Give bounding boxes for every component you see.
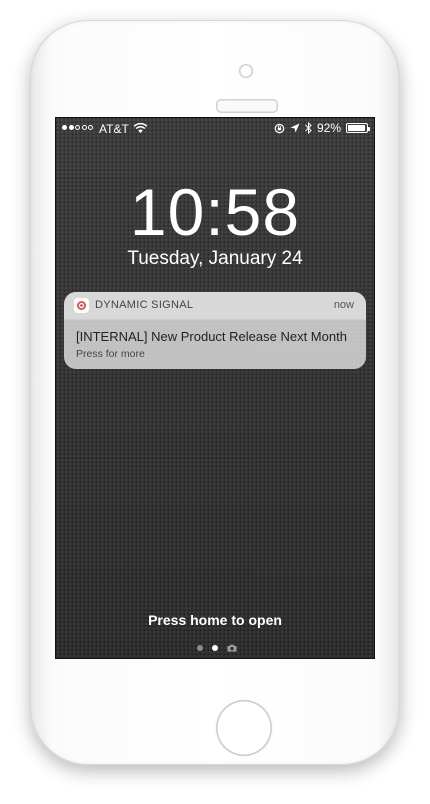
carrier-name: AT&T (99, 122, 129, 136)
front-camera (239, 64, 253, 78)
lock-screen-time: 10:58 (129, 175, 301, 249)
page-dot-active (212, 645, 218, 651)
bluetooth-icon (305, 122, 312, 134)
notification-header: DYNAMIC SIGNAL now (64, 292, 366, 320)
battery-percentage: 92% (316, 121, 341, 135)
notification-app-name: DYNAMIC SIGNAL (95, 299, 194, 311)
notification-time: now (333, 299, 354, 311)
dynamic-signal-app-icon (74, 298, 89, 313)
unlock-hint: Press home to open (148, 612, 282, 628)
camera-icon[interactable] (227, 644, 237, 652)
wifi-icon (133, 122, 148, 134)
lock-rotation-icon (274, 123, 285, 133)
status-right-group: 92% (274, 121, 370, 135)
page-indicator (197, 644, 237, 652)
lock-screen: AT&T 92% 10:58 Tuesday, January 24 DYNAM… (56, 118, 374, 658)
status-bar: AT&T 92% (56, 118, 374, 140)
notification-title: [INTERNAL] New Product Release Next Mont… (76, 329, 347, 344)
battery-icon (346, 123, 370, 133)
lock-screen-date: Tuesday, January 24 (127, 248, 303, 269)
notification-subtitle: Press for more (76, 348, 145, 360)
home-button[interactable] (216, 700, 272, 756)
page-dot (197, 645, 203, 651)
earpiece-speaker (216, 99, 278, 113)
notification-card[interactable]: DYNAMIC SIGNAL now [INTERNAL] New Produc… (64, 292, 366, 369)
location-icon (290, 123, 300, 133)
signal-strength-icon (62, 125, 93, 130)
